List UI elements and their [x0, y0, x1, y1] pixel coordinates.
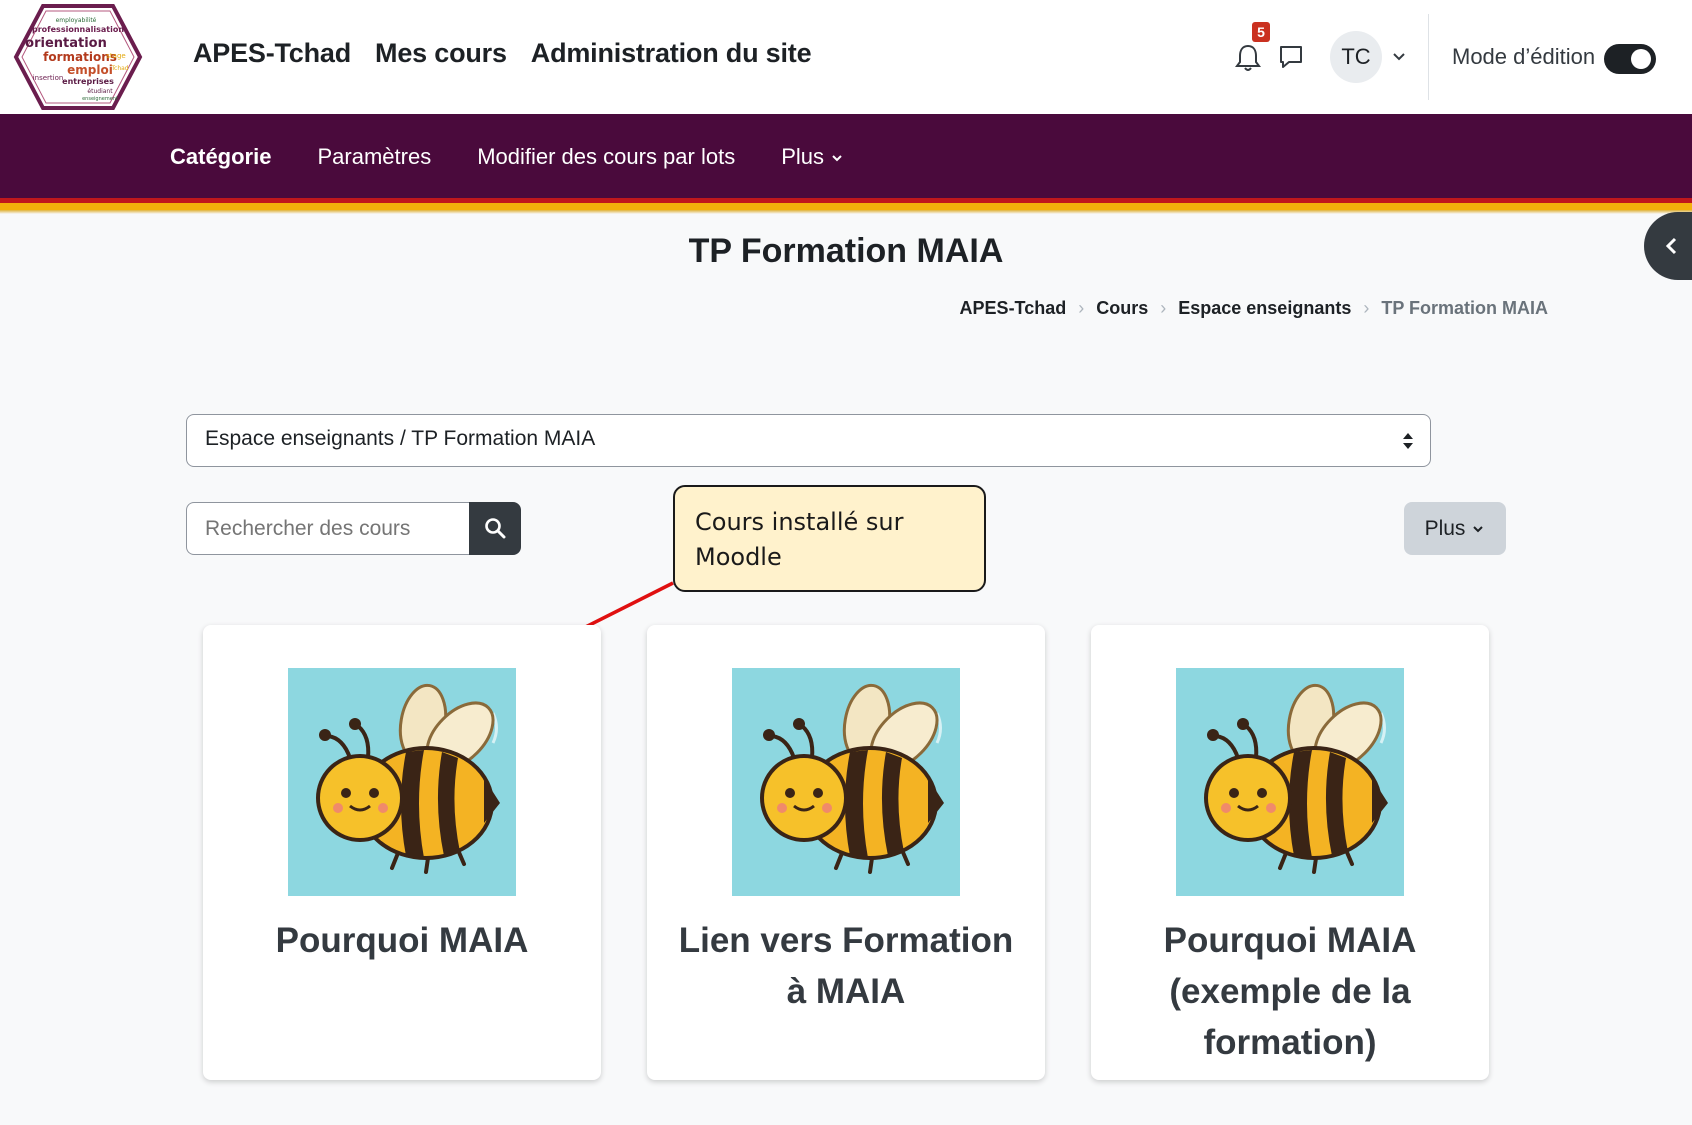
- course-card[interactable]: Lien vers Formation à MAIA: [647, 625, 1045, 1080]
- annotation-callout: Cours installé sur Moodle: [673, 485, 986, 592]
- callout-text: Cours installé sur Moodle: [695, 508, 904, 571]
- course-title-link[interactable]: Pourquoi MAIA: [223, 915, 581, 966]
- course-image[interactable]: [732, 668, 960, 896]
- course-title-link[interactable]: Lien vers Formation à MAIA: [667, 915, 1025, 1017]
- course-card[interactable]: Pourquoi MAIA: [203, 625, 601, 1080]
- bee-icon: [288, 668, 516, 896]
- course-image[interactable]: [1176, 668, 1404, 896]
- course-card[interactable]: Pourquoi MAIA (exemple de la formation): [1091, 625, 1489, 1080]
- bee-icon: [732, 668, 960, 896]
- course-image[interactable]: [288, 668, 516, 896]
- bee-icon: [1176, 668, 1404, 896]
- course-title-link[interactable]: Pourquoi MAIA (exemple de la formation): [1111, 915, 1469, 1068]
